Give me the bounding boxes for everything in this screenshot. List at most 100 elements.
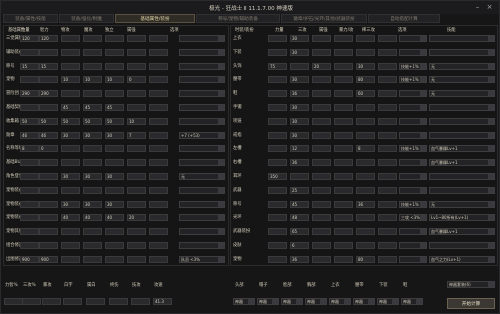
stat-input[interactable] [39, 76, 58, 84]
bottom-input[interactable] [4, 298, 23, 305]
stat-input[interactable] [20, 228, 39, 236]
skill-select[interactable] [429, 104, 495, 111]
stat-input[interactable] [268, 159, 287, 167]
stat-input[interactable] [105, 159, 124, 167]
stat-input[interactable]: 46 [39, 131, 58, 139]
artifact-select[interactable]: 神器 [377, 298, 399, 305]
stat-input[interactable] [290, 173, 309, 180]
close-icon[interactable]: × [485, 3, 494, 11]
stat-input[interactable] [83, 145, 102, 153]
stat-input[interactable] [39, 173, 58, 180]
option-select[interactable] [179, 76, 225, 84]
stat-input[interactable] [105, 62, 124, 70]
skill-select[interactable] [429, 131, 495, 139]
stat-input[interactable]: 30 [61, 131, 80, 139]
stat-input[interactable] [149, 186, 168, 194]
stat-input[interactable] [268, 131, 287, 139]
stat-input[interactable] [312, 173, 331, 180]
stat-input[interactable] [356, 173, 375, 180]
option-select[interactable] [399, 48, 427, 56]
stat-input[interactable]: 30 [290, 76, 309, 84]
stat-input[interactable]: 10 [83, 76, 102, 84]
stat-input[interactable]: 30 [356, 62, 375, 70]
stat-input[interactable] [20, 173, 39, 180]
stat-input[interactable]: 50 [39, 117, 58, 125]
option-select[interactable] [399, 104, 427, 111]
skill-select[interactable]: 无 [429, 76, 495, 84]
option-select[interactable]: 队员 <3% [179, 255, 225, 263]
stat-input[interactable] [61, 255, 80, 263]
artifact-select[interactable]: 神器 [401, 298, 423, 305]
stat-input[interactable] [356, 35, 375, 42]
stat-input[interactable] [149, 228, 168, 236]
skill-select[interactable] [429, 173, 495, 180]
stat-input[interactable]: 30 [290, 48, 309, 56]
stat-input[interactable] [334, 186, 353, 194]
stat-input[interactable]: 120 [20, 35, 39, 42]
stat-input[interactable] [105, 145, 124, 153]
stat-input[interactable]: 30 [290, 35, 309, 42]
stat-input[interactable]: 10 [61, 76, 80, 84]
stat-input[interactable] [149, 200, 168, 208]
stat-input[interactable] [127, 159, 146, 167]
bottom-input[interactable] [42, 298, 61, 305]
stat-input[interactable] [378, 145, 397, 153]
stat-input[interactable] [378, 117, 397, 125]
stat-input[interactable]: 30 [105, 200, 124, 208]
stat-input[interactable] [149, 214, 168, 222]
stat-input[interactable] [39, 214, 58, 222]
stat-input[interactable] [334, 228, 353, 236]
bottom-input[interactable] [131, 298, 150, 305]
bottom-input[interactable] [63, 298, 82, 305]
artifact-select[interactable]: 神器 [257, 298, 279, 305]
stat-input[interactable] [105, 35, 124, 42]
stat-input[interactable] [268, 255, 287, 263]
stat-input[interactable] [312, 76, 331, 84]
stat-input[interactable] [20, 104, 39, 111]
artifact-select[interactable]: 神器 [353, 298, 375, 305]
stat-input[interactable]: 80 [356, 255, 375, 263]
stat-input[interactable] [378, 48, 397, 56]
tab-base-stats[interactable]: 基础属性/装扮 [115, 14, 195, 23]
stat-input[interactable] [149, 76, 168, 84]
stat-input[interactable] [268, 228, 287, 236]
stat-input[interactable] [149, 48, 168, 56]
stat-input[interactable] [334, 76, 353, 84]
stat-input[interactable] [312, 35, 331, 42]
stat-input[interactable]: 80 [356, 76, 375, 84]
option-select[interactable]: 无 [179, 173, 225, 180]
stat-input[interactable] [83, 35, 102, 42]
stat-input[interactable] [105, 186, 124, 194]
option-select[interactable] [399, 186, 427, 194]
stat-input[interactable] [83, 62, 102, 70]
stat-input[interactable] [61, 35, 80, 42]
option-select[interactable] [179, 35, 225, 42]
skill-select[interactable]: 血气暴躁Lv+1 [429, 159, 495, 167]
stat-input[interactable] [268, 76, 287, 84]
option-select[interactable]: 三攻 <3% [399, 214, 427, 222]
stat-input[interactable] [334, 104, 353, 111]
option-select[interactable] [179, 117, 225, 125]
stat-input[interactable] [378, 159, 397, 167]
stat-input[interactable] [149, 255, 168, 263]
stat-input[interactable] [20, 186, 39, 194]
option-select[interactable] [179, 242, 225, 249]
stat-input[interactable]: 0 [127, 76, 146, 84]
option-select[interactable] [179, 48, 225, 56]
stat-input[interactable] [127, 255, 146, 263]
stat-input[interactable]: 45 [83, 104, 102, 111]
stat-input[interactable] [312, 255, 331, 263]
stat-input[interactable] [127, 228, 146, 236]
stat-input[interactable] [356, 242, 375, 249]
stat-input[interactable] [312, 159, 331, 167]
stat-input[interactable] [268, 48, 287, 56]
stat-input[interactable]: 30 [290, 117, 309, 125]
stat-input[interactable] [39, 242, 58, 249]
stat-input[interactable] [149, 131, 168, 139]
stat-input[interactable] [39, 186, 58, 194]
skill-select[interactable] [429, 35, 495, 42]
tab-equipment[interactable]: 装备/属性/技能 [3, 14, 58, 23]
stat-input[interactable] [105, 90, 124, 98]
stat-input[interactable] [312, 117, 331, 125]
stat-input[interactable]: 48 [290, 214, 309, 222]
